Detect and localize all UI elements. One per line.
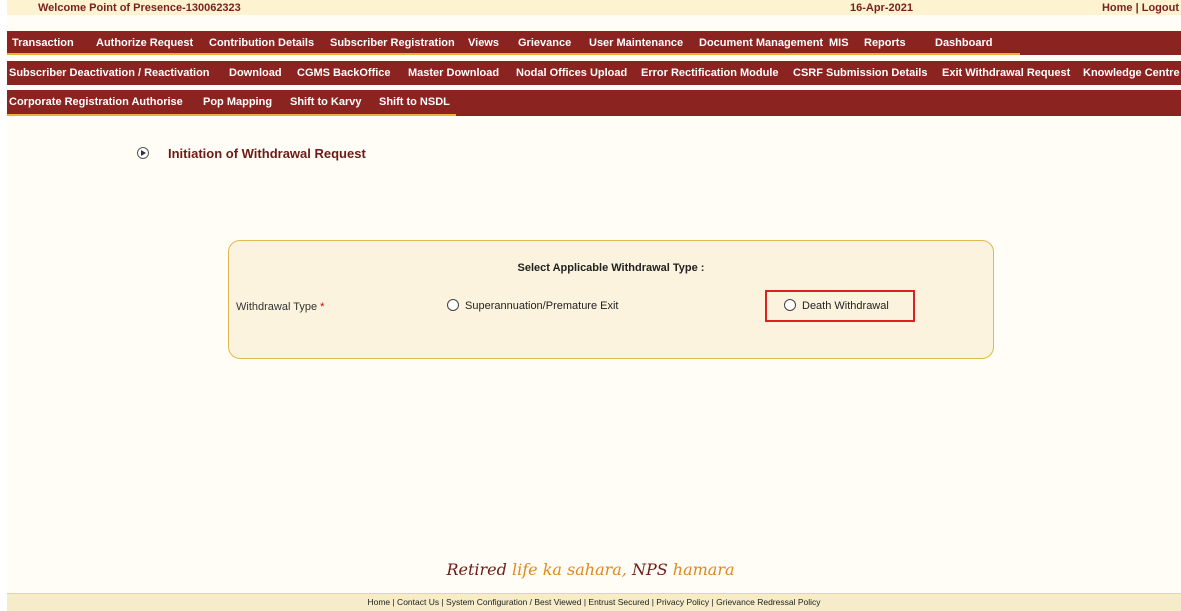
withdrawal-type-label: Withdrawal Type * — [236, 301, 324, 313]
menu-item-transaction[interactable]: Transaction — [12, 31, 74, 55]
menu-item-cgms-backoffice[interactable]: CGMS BackOffice — [297, 61, 391, 85]
menu-item-corporate-registration[interactable]: Corporate Registration Authorise — [9, 90, 183, 116]
panel-heading: Select Applicable Withdrawal Type : — [517, 262, 705, 274]
footer: Home | Contact Us | System Configuration… — [7, 593, 1181, 611]
logout-link[interactable]: Logout — [1142, 2, 1179, 14]
menu-item-shift-to-nsdl[interactable]: Shift to NSDL — [379, 90, 450, 116]
menu-underline — [7, 114, 456, 116]
required-marker: * — [320, 301, 325, 313]
slogan-part-2: life ka sahara, — [511, 560, 632, 579]
withdrawal-type-panel: Select Applicable Withdrawal Type : With… — [228, 240, 994, 359]
menu-item-user-maintenance[interactable]: User Maintenance — [589, 31, 683, 55]
highlight-box — [765, 290, 915, 322]
main-menu-row-3: Corporate Registration Authorise Pop Map… — [7, 90, 1181, 116]
menu-gap — [7, 15, 1181, 31]
menu-item-exit-withdrawal[interactable]: Exit Withdrawal Request — [942, 61, 1070, 85]
menu-item-download[interactable]: Download — [229, 61, 282, 85]
menu-item-contribution-details[interactable]: Contribution Details — [209, 31, 314, 55]
menu-item-grievance[interactable]: Grievance — [518, 31, 571, 55]
menu-item-error-rectification[interactable]: Error Rectification Module — [641, 61, 779, 85]
withdrawal-type-label-text: Withdrawal Type — [236, 301, 318, 313]
top-bar: Welcome Point of Presence-130062323 16-A… — [7, 0, 1181, 16]
menu-item-document-management[interactable]: Document Management — [699, 31, 823, 55]
slogan-part-3: NPS — [631, 560, 673, 579]
menu-item-dashboard[interactable]: Dashboard — [935, 31, 992, 55]
menu-item-csrf-submission[interactable]: CSRF Submission Details — [793, 61, 927, 85]
menu-item-subscriber-registration[interactable]: Subscriber Registration — [330, 31, 455, 55]
arrow-bullet-icon — [137, 147, 149, 159]
radio-superannuation-label[interactable]: Superannuation/Premature Exit — [465, 300, 618, 312]
menu-item-subscriber-deactivation[interactable]: Subscriber Deactivation / Reactivation — [9, 61, 210, 85]
slogan-part-4: hamara — [672, 560, 735, 579]
main-menu-row-2: Subscriber Deactivation / Reactivation D… — [7, 61, 1181, 85]
page-title-text: Initiation of Withdrawal Request — [168, 146, 366, 161]
footer-links[interactable]: Home | Contact Us | System Configuration… — [367, 597, 820, 607]
menu-item-mis[interactable]: MIS — [829, 31, 849, 55]
menu-item-master-download[interactable]: Master Download — [408, 61, 499, 85]
menu-item-knowledge-centre[interactable]: Knowledge Centre — [1083, 61, 1180, 85]
radio-superannuation[interactable]: Superannuation/Premature Exit — [447, 299, 618, 312]
home-link[interactable]: Home — [1102, 2, 1133, 14]
slogan-part-1: Retired — [446, 560, 512, 579]
radio-circle-icon[interactable] — [447, 299, 459, 311]
main-menu-row-1: Transaction Authorize Request Contributi… — [7, 31, 1181, 55]
welcome-text: Welcome Point of Presence-130062323 — [38, 2, 241, 14]
top-links: Home | Logout — [1102, 2, 1179, 14]
page-title: Initiation of Withdrawal Request — [137, 146, 366, 161]
current-date: 16-Apr-2021 — [850, 2, 913, 14]
menu-underline — [7, 53, 1020, 55]
menu-item-nodal-offices-upload[interactable]: Nodal Offices Upload — [516, 61, 627, 85]
menu-item-authorize-request[interactable]: Authorize Request — [96, 31, 193, 55]
link-separator: | — [1135, 2, 1139, 14]
slogan: Retired life ka sahara, NPS hamara — [0, 560, 1181, 579]
menu-item-shift-to-karvy[interactable]: Shift to Karvy — [290, 90, 362, 116]
menu-item-reports[interactable]: Reports — [864, 31, 906, 55]
menu-item-views[interactable]: Views — [468, 31, 499, 55]
menu-item-pop-mapping[interactable]: Pop Mapping — [203, 90, 272, 116]
